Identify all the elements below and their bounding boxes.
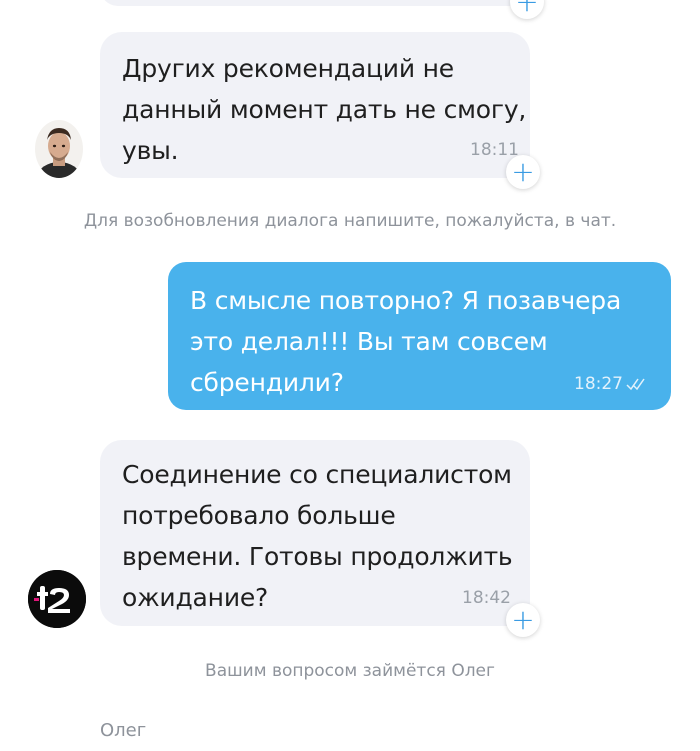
system-message: Для возобновления диалога напишите, пожа… (83, 211, 617, 231)
message-line: В смысле повторно? Я позавчера (190, 286, 622, 315)
double-check-icon (626, 378, 645, 391)
message-line: потребовало больше (122, 501, 396, 530)
message-line: сбрендили? (190, 368, 344, 397)
add-reaction-button[interactable]: + (506, 603, 540, 637)
message-line: Соединение со специалистом (122, 460, 512, 489)
bot-message-bubble: Соединение со специалистом потребовало б… (100, 440, 530, 626)
message-line: увы. (122, 136, 179, 165)
system-message: Вашим вопросом займётся Олег (205, 661, 495, 681)
sender-name: Олег (100, 720, 147, 741)
message-status: 18:27 (574, 374, 647, 394)
plus-icon: + (511, 155, 535, 188)
message-line: данный момент дать не смогу, (122, 95, 527, 124)
message-time: 18:42 (462, 588, 511, 608)
bot-message-text: Других рекомендаций не данный момент дат… (122, 48, 526, 171)
message-line: времени. Готовы продолжить (122, 542, 513, 571)
message-bubble-partial (100, 0, 530, 6)
bot-message-bubble: Других рекомендаций не данный момент дат… (100, 32, 530, 178)
add-reaction-button[interactable]: + (506, 155, 540, 189)
bot-message-text: Соединение со специалистом потребовало б… (122, 454, 513, 618)
message-line: это делал!!! Вы там совсем (190, 327, 548, 356)
message-line: Других рекомендаций не (122, 54, 454, 83)
plus-icon: + (515, 0, 539, 18)
user-message-bubble: В смысле повторно? Я позавчера это делал… (168, 262, 671, 410)
plus-icon: + (511, 603, 535, 636)
message-time: 18:27 (574, 374, 623, 394)
message-line: ожидание? (122, 583, 269, 612)
t2-logo (28, 570, 86, 628)
user-message-text: В смысле повторно? Я позавчера это делал… (190, 280, 621, 403)
operator-avatar (35, 120, 83, 178)
add-reaction-button[interactable]: + (510, 0, 544, 19)
t2-logo-avatar (28, 570, 86, 628)
